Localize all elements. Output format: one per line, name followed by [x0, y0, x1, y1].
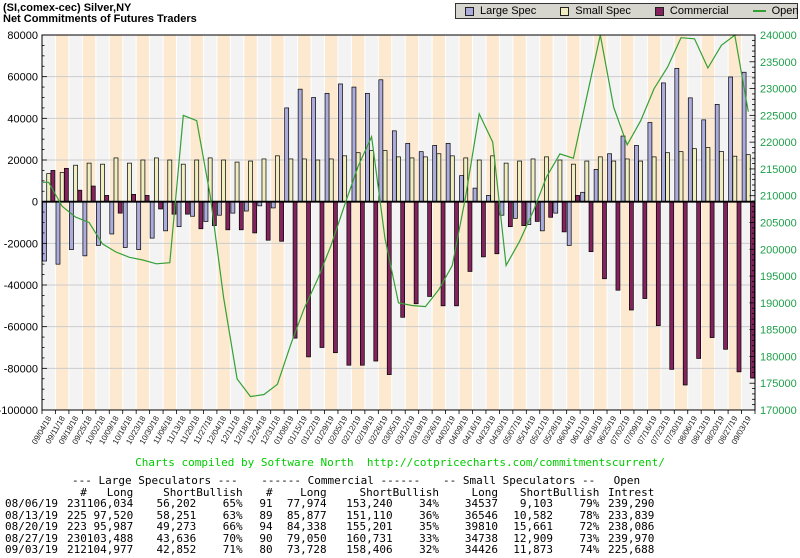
table-group-header: --- Large Speculators --- — [67, 475, 243, 487]
table-cell-value: 158,406 — [327, 544, 393, 556]
svg-text:240000: 240000 — [760, 30, 797, 42]
svg-text:230000: 230000 — [760, 84, 797, 96]
table-cell-value: 106,034 — [87, 498, 133, 510]
table-cell-value: 34426 — [439, 544, 498, 556]
svg-text:185000: 185000 — [760, 325, 797, 337]
svg-text:210000: 210000 — [760, 191, 797, 203]
table-cell-value: 71% — [196, 544, 242, 556]
table-cell-value: 155,201 — [327, 521, 393, 533]
table-cell-value: 239,290 — [599, 498, 654, 510]
table-group-header: ------ Commercial ------ — [243, 475, 439, 487]
svg-text:175000: 175000 — [760, 378, 797, 390]
cot-chart-plot: -100000 -80000 -60000 -40000 -20000 0 20000 400… — [0, 0, 800, 456]
table-cell-date: 08/06/19 — [5, 498, 67, 510]
table-cell-value: 56,202 — [133, 498, 196, 510]
svg-text:20000: 20000 — [7, 155, 38, 167]
svg-text:235000: 235000 — [760, 57, 797, 69]
table-cell-date: 08/20/19 — [5, 521, 67, 533]
table-cell-value: 49,273 — [133, 521, 196, 533]
table-cell-date: 09/03/19 — [5, 544, 67, 556]
table-group-header: -- Small Speculators -- — [439, 475, 599, 487]
table-cell-value: 225,688 — [599, 544, 654, 556]
table-cell-value: 9,103 — [498, 498, 553, 510]
svg-text:0: 0 — [32, 197, 38, 209]
table-cell-value: 66% — [196, 521, 242, 533]
table-cell-value: 74% — [553, 544, 599, 556]
table-cell-value: 238,086 — [599, 521, 654, 533]
cot-data-table: --- Large Speculators --------- Commerci… — [5, 475, 654, 556]
attribution-line: Charts compiled by Software North http:/… — [0, 456, 800, 469]
table-cell-value: 15,661 — [498, 521, 553, 533]
table-cell-value: 77,974 — [273, 498, 327, 510]
table-cell-value: 153,240 — [327, 498, 393, 510]
table-cell-value: 84,338 — [273, 521, 327, 533]
svg-text:60000: 60000 — [7, 72, 38, 84]
svg-text:-40000: -40000 — [4, 280, 38, 292]
svg-text:205000: 205000 — [760, 218, 797, 230]
table-group-header: Open — [599, 475, 654, 487]
table-row: 09/03/19212104,97742,85271%8073,728158,4… — [5, 544, 654, 556]
svg-text:215000: 215000 — [760, 164, 797, 176]
svg-text:-20000: -20000 — [4, 238, 38, 250]
table-cell-value: 32% — [393, 544, 439, 556]
table-cell-value: 223 — [67, 521, 87, 533]
svg-text:80000: 80000 — [7, 30, 38, 42]
table-cell-value: 80 — [243, 544, 273, 556]
table-cell-value: 39810 — [439, 521, 498, 533]
svg-text:200000: 200000 — [760, 244, 797, 256]
table-cell-value: 42,852 — [133, 544, 196, 556]
svg-text:-100000: -100000 — [0, 405, 38, 417]
table-cell-value: 65% — [196, 498, 242, 510]
svg-text:190000: 190000 — [760, 298, 797, 310]
svg-text:195000: 195000 — [760, 271, 797, 283]
svg-text:-80000: -80000 — [4, 363, 38, 375]
table-group-header-row: --- Large Speculators --------- Commerci… — [5, 475, 654, 487]
svg-text:170000: 170000 — [760, 405, 797, 417]
cot-chart-page: (SI,comex-cec) Silver,NY Net Commitments… — [0, 0, 800, 558]
svg-text:-60000: -60000 — [4, 322, 38, 334]
table-cell-value: 34537 — [439, 498, 498, 510]
table-row: 08/06/19231106,03456,20265%9177,974153,2… — [5, 498, 654, 510]
svg-text:220000: 220000 — [760, 137, 797, 149]
table-cell-value: 95,987 — [87, 521, 133, 533]
table-cell-value: 35% — [393, 521, 439, 533]
table-cell-value: 212 — [67, 544, 87, 556]
table-cell-value: 94 — [243, 521, 273, 533]
table-cell-value: 72% — [553, 521, 599, 533]
table-cell-value: 34% — [393, 498, 439, 510]
table-row: 08/20/1922395,98749,27366%9484,338155,20… — [5, 521, 654, 533]
table-cell-value: 11,873 — [498, 544, 553, 556]
svg-text:225000: 225000 — [760, 110, 797, 122]
svg-text:180000: 180000 — [760, 351, 797, 363]
table-cell-value: 231 — [67, 498, 87, 510]
table-cell-value: 91 — [243, 498, 273, 510]
table-cell-value: 104,977 — [87, 544, 133, 556]
svg-text:40000: 40000 — [7, 113, 38, 125]
table-cell-value: 73,728 — [273, 544, 327, 556]
table-cell-value: 79% — [553, 498, 599, 510]
